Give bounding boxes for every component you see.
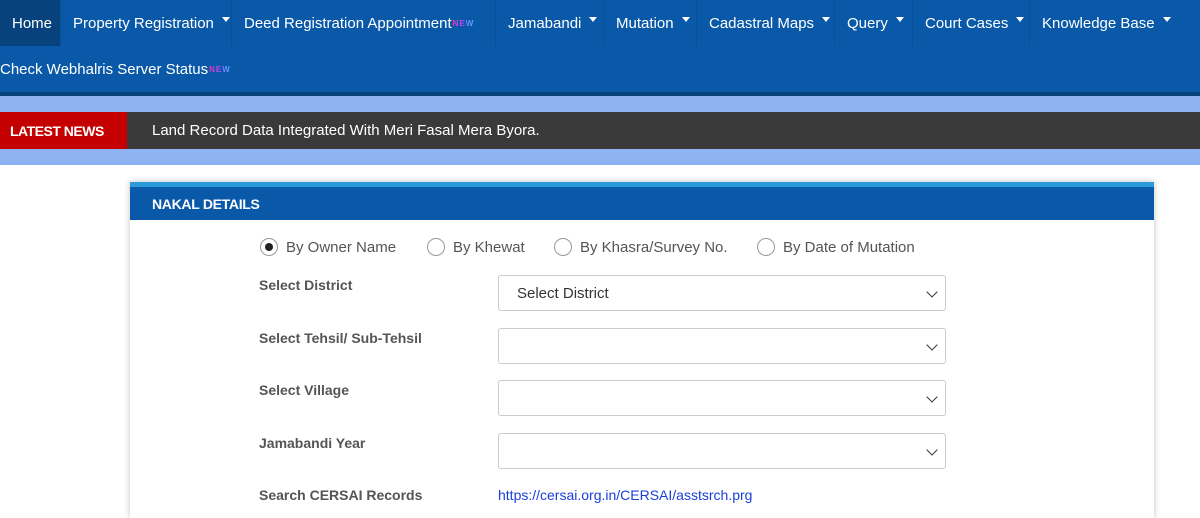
village-label: Select Village	[259, 382, 350, 398]
decorative-band	[0, 96, 1200, 112]
panel-title: NAKAL DETAILS	[130, 182, 1154, 220]
nav-label: Court Cases	[925, 14, 1009, 32]
nav-label: Check Webhalris Server Status	[0, 60, 209, 78]
chevron-down-icon	[926, 391, 938, 403]
nav-knowledge-base[interactable]: Knowledge Base	[1030, 0, 1171, 46]
latest-news-bar: LATEST NEWS Land Record Data Integrated …	[0, 112, 1200, 149]
tehsil-label: Select Tehsil/ Sub-Tehsil	[259, 330, 422, 346]
radio-label: By Khewat	[453, 238, 525, 256]
top-navbar: Home Property Registration Deed Registra…	[0, 0, 1200, 92]
latest-news-label: LATEST NEWS	[0, 112, 127, 149]
nav-query[interactable]: Query	[835, 0, 913, 46]
nav-court-cases[interactable]: Court Cases	[913, 0, 1030, 46]
district-select[interactable]: Select District	[498, 275, 946, 311]
nav-label: Deed Registration Appointment	[244, 14, 452, 32]
radio-label: By Owner Name	[286, 238, 397, 256]
radio-by-khasra[interactable]: By Khasra/Survey No.	[554, 237, 728, 257]
nav-label: Home	[12, 14, 53, 32]
nav-label: Property Registration	[73, 14, 214, 32]
nav-home[interactable]: Home	[0, 0, 61, 46]
caret-down-icon	[589, 16, 598, 22]
nav-label: Query	[847, 14, 888, 32]
nav-deed-registration-appointment[interactable]: Deed Registration Appointment NEW	[232, 0, 496, 46]
nakal-details-panel: NAKAL DETAILS By Owner Name By Khewat By…	[130, 182, 1154, 518]
cersai-label: Search CERSAI Records	[259, 487, 423, 503]
chevron-down-icon	[926, 286, 938, 298]
chevron-down-icon	[926, 339, 938, 351]
caret-down-icon	[822, 16, 831, 22]
nav-label: Cadastral Maps	[709, 14, 815, 32]
decorative-band	[0, 149, 1200, 165]
cersai-link[interactable]: https://cersai.org.in/CERSAI/asstsrch.pr…	[498, 487, 752, 503]
tehsil-select[interactable]	[498, 328, 946, 364]
jamabandi-year-select[interactable]	[498, 433, 946, 469]
nav-row-secondary: Check Webhalris Server Status NEW	[0, 46, 243, 92]
nav-check-server-status[interactable]: Check Webhalris Server Status NEW	[0, 46, 243, 92]
radio-by-khewat[interactable]: By Khewat	[427, 237, 525, 257]
new-badge: NEW	[452, 18, 475, 28]
district-label: Select District	[259, 277, 353, 293]
district-select-value: Select District	[517, 284, 609, 302]
radio-unchecked-icon[interactable]	[554, 238, 572, 256]
village-select[interactable]	[498, 380, 946, 416]
nav-row-primary: Home Property Registration Deed Registra…	[0, 0, 1171, 46]
caret-down-icon	[895, 16, 904, 22]
radio-label: By Date of Mutation	[783, 238, 915, 256]
nav-label: Knowledge Base	[1042, 14, 1155, 32]
radio-unchecked-icon[interactable]	[757, 238, 775, 256]
nav-cadastral-maps[interactable]: Cadastral Maps	[697, 0, 835, 46]
nav-mutation[interactable]: Mutation	[604, 0, 697, 46]
radio-by-date-of-mutation[interactable]: By Date of Mutation	[757, 237, 915, 257]
radio-by-owner-name[interactable]: By Owner Name	[260, 237, 396, 257]
new-badge: NEW	[209, 64, 231, 74]
jamabandi-year-label: Jamabandi Year	[259, 435, 366, 451]
caret-down-icon	[1016, 16, 1025, 22]
nav-label: Jamabandi	[508, 14, 582, 32]
nav-property-registration[interactable]: Property Registration	[61, 0, 232, 46]
radio-checked-icon[interactable]	[260, 238, 278, 256]
nav-label: Mutation	[616, 14, 674, 32]
nav-jamabandi[interactable]: Jamabandi	[496, 0, 604, 46]
radio-unchecked-icon[interactable]	[427, 238, 445, 256]
chevron-down-icon	[926, 444, 938, 456]
radio-label: By Khasra/Survey No.	[580, 238, 728, 256]
caret-down-icon	[1162, 16, 1171, 22]
caret-down-icon	[681, 16, 690, 22]
news-ticker-text[interactable]: Land Record Data Integrated With Meri Fa…	[152, 112, 540, 149]
caret-down-icon	[221, 16, 230, 22]
